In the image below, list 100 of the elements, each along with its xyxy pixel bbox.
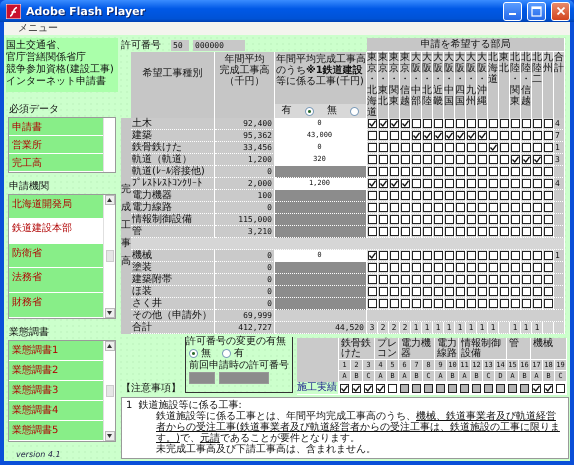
column-count: 1 (490, 323, 496, 332)
checkbox[interactable] (340, 384, 349, 392)
department-header: 大阪・四国 (455, 52, 466, 118)
radio-button[interactable] (189, 349, 198, 358)
radio-button[interactable] (222, 349, 231, 358)
table-cell: 0 (215, 298, 275, 310)
table-cell: 92,400 (215, 118, 275, 130)
sidebar-item[interactable]: 営業所 (9, 136, 103, 154)
column-header: プレコン (375, 338, 399, 360)
table-cell (297, 371, 339, 382)
table-cell: 0 (215, 262, 275, 274)
close-icon (556, 6, 566, 16)
column-header: 情報制御設備 (459, 338, 507, 360)
table-cell: 0 (215, 250, 275, 262)
radio-label: 無 (201, 348, 211, 360)
column-count: 1 (424, 323, 430, 332)
sidebar-item[interactable]: 業態調書1 (9, 340, 103, 361)
scrollbar-thumb[interactable] (106, 384, 114, 397)
table-cell: 95,362 (215, 130, 275, 142)
scroll-up-button[interactable] (104, 340, 114, 351)
sidebar-item[interactable]: 法務省 (9, 268, 103, 293)
sidebar-item[interactable]: 業態調書3 (9, 380, 103, 401)
checkbox[interactable] (556, 384, 565, 392)
sidebar-item[interactable]: 業態調書5 (9, 420, 103, 441)
column-header: 電力機器 (399, 338, 435, 360)
column-header: 年間平均 完成工事高 （千円） (215, 52, 275, 118)
table-cell: ﾌﾟﾚｽﾄﾚｽﾄｺﾝｸﾘｰﾄ (131, 178, 215, 190)
checkbox[interactable] (532, 384, 541, 392)
row-label: 施工実績 (297, 382, 339, 395)
table-cell (554, 322, 565, 334)
permit-prefix-field[interactable]: 50 (171, 40, 189, 50)
column-count: 1 (534, 323, 540, 332)
radio-button[interactable] (304, 106, 314, 116)
section-heading: 必須データ (8, 103, 60, 116)
checkbox[interactable] (364, 384, 373, 392)
table-cell: 建築附帯 (131, 274, 215, 286)
column-header: 希望工事種別 (131, 52, 215, 118)
column-header: 年間平均完成工事高のうち※1鉄道建設等に係る工事(千円) (275, 52, 366, 89)
caret-up-icon (107, 198, 112, 202)
radio-button[interactable] (350, 106, 360, 116)
department-header: 北海道 (488, 52, 499, 118)
section-heading: 業態調書 (8, 326, 50, 339)
permit-label: 許可番号 (121, 38, 161, 52)
column-count: 1 (468, 323, 474, 332)
caret-down-icon (107, 434, 112, 438)
permit-number-field[interactable]: 000000 (193, 40, 245, 50)
scroll-up-button[interactable] (104, 194, 114, 205)
department-header: 大阪・九州 (466, 52, 477, 118)
column-count: 1 (480, 323, 484, 332)
version-label: version 4.1 (15, 449, 62, 459)
caret-up-icon (107, 344, 112, 348)
maximize-button[interactable] (527, 2, 546, 20)
department-header: 北陸二 (532, 52, 543, 118)
column-count: 1 (512, 323, 518, 332)
table-cell: 412,727 (215, 322, 275, 334)
checkbox[interactable] (352, 384, 361, 392)
note-text: 鉄道施設等に係る工事とは、年間平均完成工事高のうち、機械、鉄道事業者及び軌道経営者からの受注工事(鉄道事業者及び軌道経営者からの受注工事は、鉄道施設の工事に限ります。)で、元請であることが要件となります。 (156, 411, 561, 444)
department-header: 東京・信越 (400, 52, 411, 118)
notes-heading: 【注意事項】 (121, 383, 181, 395)
scroll-down-button[interactable] (104, 431, 114, 441)
table-cell: 軌道（軌道） (131, 154, 215, 166)
sidebar-item[interactable]: 業態調書2 (9, 360, 103, 381)
row-count: 1 (555, 143, 560, 152)
scroll-down-button[interactable] (104, 308, 114, 318)
table-cell: 1,200 (215, 154, 275, 166)
scrollbar-thumb[interactable] (106, 250, 114, 262)
row-count: 7 (555, 131, 560, 140)
sidebar-item[interactable]: 北海道開発局 (9, 194, 103, 220)
menu-item[interactable]: メニュー (18, 22, 58, 34)
group-box-title: 許可番号の変更の有無 (186, 336, 292, 347)
column-header: 機械 (531, 338, 567, 360)
department-header: 東京・東北 (378, 52, 389, 118)
app-icon (6, 4, 21, 18)
column-count: 2 (380, 323, 386, 332)
table-cell: その他（申請外） (131, 310, 215, 322)
row-count: 4 (555, 119, 560, 128)
radio-label: 有 (234, 348, 244, 360)
sidebar-item[interactable]: 財務省 (9, 292, 103, 318)
close-button[interactable] (551, 2, 570, 20)
checkbox[interactable] (388, 384, 397, 392)
minimize-button[interactable] (503, 2, 522, 20)
sidebar-item[interactable]: 防衛省 (9, 244, 103, 268)
radio-label: 有 (282, 105, 292, 117)
table-cell: 2,000 (215, 178, 275, 190)
sidebar-item[interactable]: 業態調書4 (9, 400, 103, 421)
table-cell: 合計 (131, 322, 215, 334)
department-header: 九州 (543, 52, 554, 118)
column-header: 合計 (554, 52, 565, 118)
section-heading: 申請機関 (8, 180, 50, 193)
department-header: 北陸・信越 (521, 52, 532, 118)
sidebar-item[interactable]: 完工高 (9, 154, 103, 172)
table-cell: ほ装 (131, 286, 215, 298)
department-header: 大阪・近畿 (433, 52, 444, 118)
checkbox[interactable] (544, 384, 553, 392)
column-count: 2 (402, 323, 408, 332)
checkbox[interactable] (376, 384, 385, 392)
sidebar-item[interactable]: 申請書 (9, 118, 103, 136)
table-cell: 軌道(ﾚｰﾙ溶接他) (131, 166, 215, 178)
table-cell: 情報制御設備 (131, 214, 215, 226)
column-header: 管 (507, 338, 531, 360)
